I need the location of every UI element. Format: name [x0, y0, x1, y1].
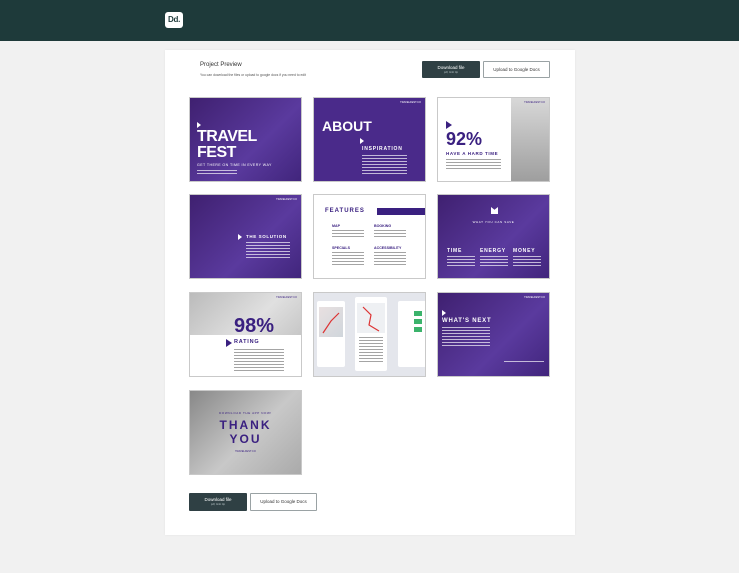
page-title: Project Preview — [200, 62, 242, 68]
slide-title: ABOUT — [322, 118, 372, 134]
slide-body-text — [362, 155, 407, 175]
phone-screen-route — [355, 297, 387, 371]
slide-photo — [511, 98, 549, 181]
download-button-label: Download file — [204, 497, 232, 502]
slide-thumbnail-4[interactable]: TRAVELFEST.CO THE SOLUTION — [189, 194, 302, 279]
slide-big-number: 98% — [234, 315, 275, 337]
menu-item-icon — [414, 319, 422, 324]
slide-subtitle: INSPIRATION — [362, 146, 403, 152]
slide-top-text: DOWNLOAD THE APP NOW! — [219, 411, 272, 415]
slide-body-text — [374, 230, 406, 239]
download-button-label: Download file — [437, 65, 465, 70]
upload-google-docs-button-bottom[interactable]: Upload to Google Docs — [250, 493, 317, 511]
chevron-icon — [360, 138, 364, 144]
slide-brand: TRAVELFEST.CO — [524, 101, 545, 104]
slide-body-text — [332, 252, 364, 266]
slide-thumbnail-8[interactable] — [313, 292, 426, 377]
slide-brand: TRAVELFEST.CO — [276, 198, 297, 201]
route-icon — [322, 312, 340, 334]
phone-screen-map — [317, 301, 345, 367]
shield-icon — [491, 207, 498, 214]
chevron-icon — [238, 234, 242, 240]
download-size-label: pdf, 4mb zip — [443, 71, 459, 74]
slide-footer-text — [504, 361, 544, 363]
slide-body-text — [513, 256, 541, 268]
slide-thumbnail-3[interactable]: TRAVELFEST.CO 92% HAVE A HARD TIME — [437, 97, 550, 182]
slide-title: WHAT'S NEXT — [442, 318, 492, 324]
slide-thumbnail-7[interactable]: TRAVELFEST.CO 98% RATING — [189, 292, 302, 377]
upload-button-label: Upload to Google Docs — [493, 67, 540, 72]
slide-subtitle: RATING — [234, 339, 260, 345]
slide-body-text — [332, 230, 364, 239]
slide-brand: TRAVELFEST.CO — [276, 296, 297, 299]
slide-big-number: 92% — [446, 129, 483, 149]
slide-thumbnail-5[interactable]: FEATURES MAP BOOKING SPECIALS ACCESSIBIL… — [313, 194, 426, 279]
page-subtitle: You can download the files or upload to … — [200, 73, 307, 77]
slide-body-text — [234, 349, 284, 371]
feature-booking: BOOKING — [374, 224, 392, 228]
slide-brand: TRAVELFEST.CO — [524, 296, 545, 299]
slide-thumbnail-6[interactable]: WHAT YOU CAN SAVE TIME ENERGY MONEY — [437, 194, 550, 279]
slide-body-text — [197, 170, 237, 176]
menu-item-icon — [414, 311, 422, 316]
slide-thumbnail-9[interactable]: TRAVELFEST.CO WHAT'S NEXT — [437, 292, 550, 377]
slide-title-line-1: THANK — [219, 418, 272, 432]
chevron-icon — [446, 121, 452, 129]
feature-specials: SPECIALS — [332, 246, 350, 250]
upload-google-docs-button-top[interactable]: Upload to Google Docs — [483, 61, 550, 78]
slide-thumbnail-10[interactable]: DOWNLOAD THE APP NOW! THANK YOU TRAVELFE… — [189, 390, 302, 475]
slide-body-text — [447, 256, 475, 268]
column-money: MONEY — [513, 248, 536, 254]
top-navigation-bar — [0, 0, 739, 41]
slide-body-text — [374, 252, 406, 266]
column-time: TIME — [447, 248, 463, 254]
slide-body-text — [480, 256, 508, 268]
upload-button-label: Upload to Google Docs — [260, 499, 307, 504]
route-list — [359, 337, 383, 363]
menu-item-icon — [414, 327, 422, 332]
feature-accessibility: ACCESSIBILITY — [374, 246, 402, 250]
slide-tagline: GET THERE ON TIME IN EVERY WAY — [197, 163, 272, 167]
slide-brand: TRAVELFEST.CO — [400, 101, 421, 104]
chevron-icon — [442, 310, 446, 316]
app-logo[interactable]: Dd. — [165, 12, 183, 28]
slide-brand: TRAVELFEST.CO — [235, 450, 256, 453]
slide-subtitle: THE SOLUTION — [246, 234, 287, 239]
slide-thumbnail-1[interactable]: TRAVEL FEST GET THERE ON TIME IN EVERY W… — [189, 97, 302, 182]
chevron-icon — [226, 339, 232, 347]
slide-banner — [377, 208, 425, 215]
slide-title: FEATURES — [325, 208, 365, 214]
download-file-button-bottom[interactable]: Download file pdf, 4mb zip — [189, 493, 247, 511]
download-file-button-top[interactable]: Download file pdf, 4mb zip — [422, 61, 480, 78]
column-energy: ENERGY — [480, 248, 506, 254]
feature-map: MAP — [332, 224, 340, 228]
slide-title-line-2: YOU — [229, 432, 262, 446]
slide-thumbnail-2[interactable]: TRAVELFEST.CO ABOUT INSPIRATION — [313, 97, 426, 182]
slide-body-text — [246, 242, 290, 258]
route-icon — [357, 303, 385, 333]
slide-body-text — [442, 327, 490, 347]
slide-top-text: WHAT YOU CAN SAVE — [472, 220, 515, 224]
slide-title-line-2: FEST — [197, 144, 236, 161]
slide-body-text — [446, 159, 501, 171]
download-size-label: pdf, 4mb zip — [210, 503, 226, 506]
phone-screen-menu — [398, 301, 425, 367]
slide-subtitle: HAVE A HARD TIME — [446, 151, 499, 156]
